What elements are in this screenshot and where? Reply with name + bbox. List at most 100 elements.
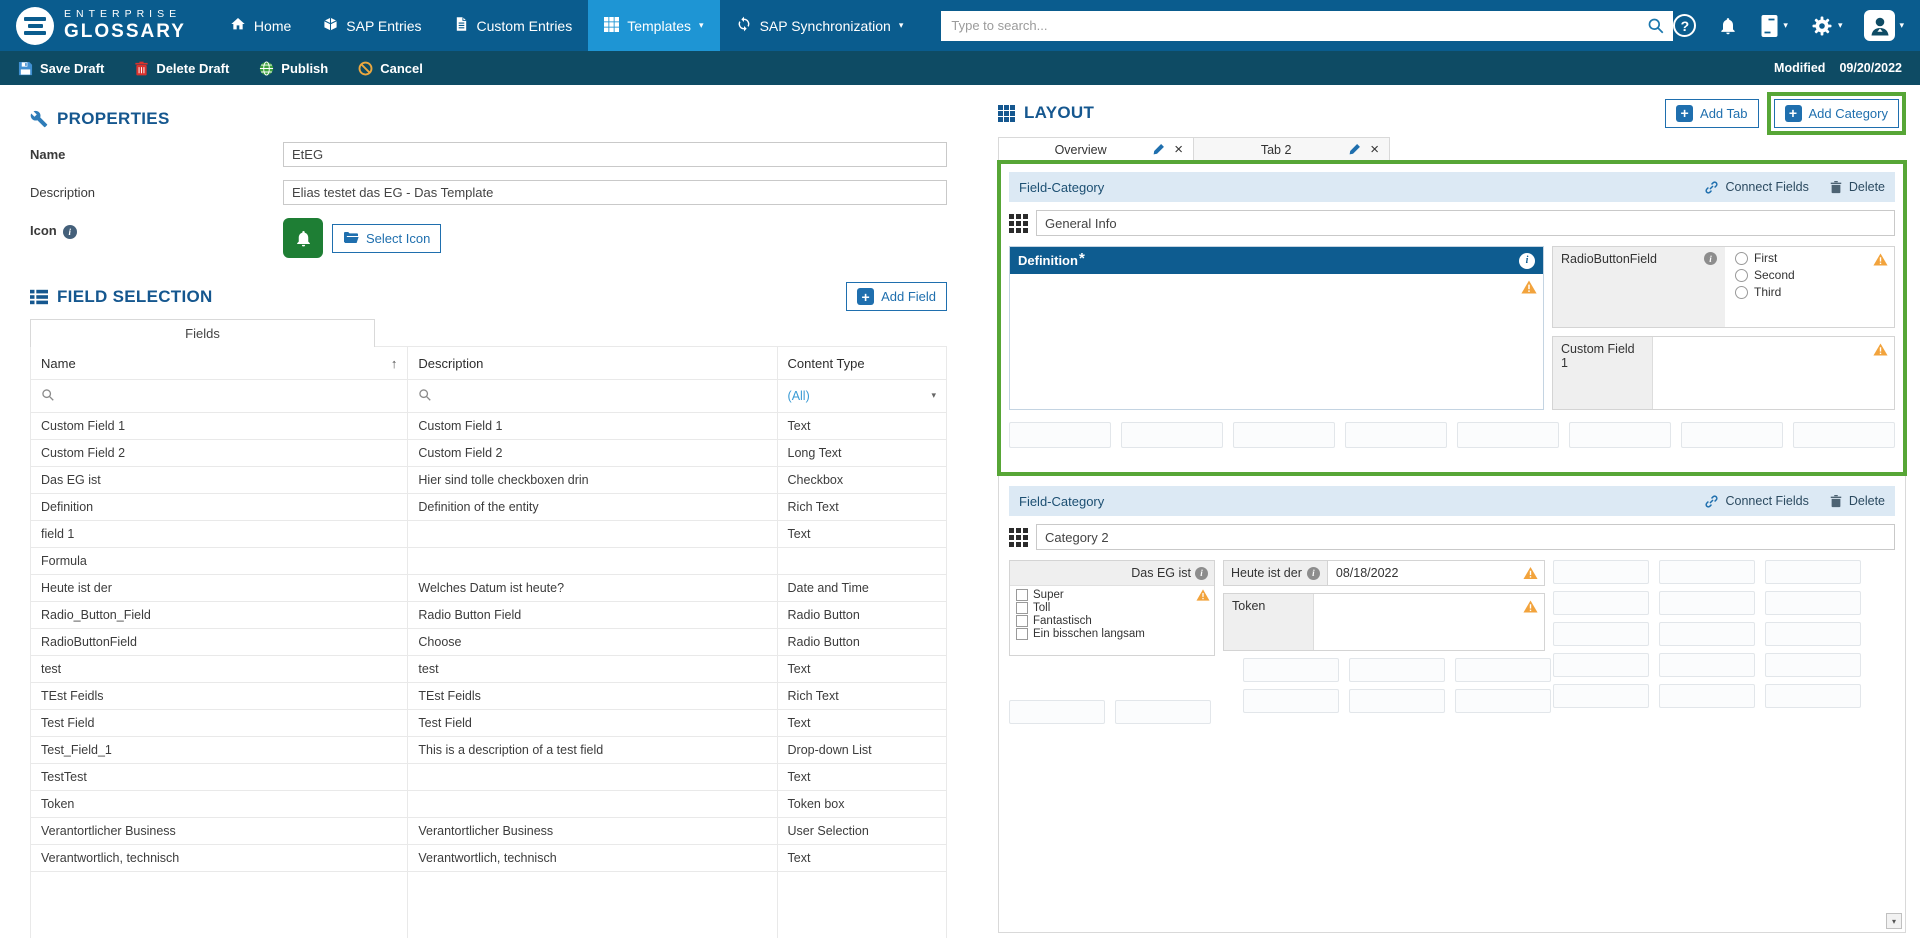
empty-field-slot[interactable] xyxy=(1349,689,1445,713)
empty-field-slot[interactable] xyxy=(1121,422,1223,448)
connect-fields-button[interactable]: Connect Fields xyxy=(1704,180,1808,195)
connect-fields-button[interactable]: Connect Fields xyxy=(1704,494,1808,509)
name-field[interactable] xyxy=(283,142,947,167)
empty-field-slot[interactable] xyxy=(1009,700,1105,724)
nav-item-templates[interactable]: Templates ▾ xyxy=(588,0,719,51)
scroll-down-button[interactable]: ▾ xyxy=(1886,913,1902,929)
checkbox-option[interactable]: Super xyxy=(1016,589,1208,601)
table-row[interactable]: RadioButtonFieldChooseRadio Button xyxy=(31,629,947,656)
close-icon[interactable]: × xyxy=(1370,142,1379,157)
edit-pencil-icon[interactable] xyxy=(1152,143,1165,156)
empty-field-slot[interactable] xyxy=(1659,653,1755,677)
table-row[interactable]: DefinitionDefinition of the entityRich T… xyxy=(31,494,947,521)
radio-circle-icon[interactable] xyxy=(1735,269,1748,282)
save-draft-button[interactable]: Save Draft xyxy=(18,61,104,76)
empty-field-slot[interactable] xyxy=(1765,560,1861,584)
publish-button[interactable]: Publish xyxy=(259,61,328,76)
custom-field-1[interactable]: Custom Field 1 xyxy=(1552,336,1895,410)
definition-field[interactable]: Definition * i xyxy=(1009,246,1544,410)
radio-circle-icon[interactable] xyxy=(1735,286,1748,299)
empty-field-slot[interactable] xyxy=(1115,700,1211,724)
nav-item-home[interactable]: Home xyxy=(214,0,307,51)
nav-item-sap-synchronization[interactable]: SAP Synchronization ▾ xyxy=(720,0,920,51)
release-notes-button[interactable]: ▾ xyxy=(1760,14,1788,38)
empty-field-slot[interactable] xyxy=(1233,422,1335,448)
empty-field-slot[interactable] xyxy=(1009,422,1111,448)
empty-field-slot[interactable] xyxy=(1243,689,1339,713)
add-category-button[interactable]: + Add Category xyxy=(1774,99,1900,128)
empty-field-slot[interactable] xyxy=(1553,622,1649,646)
table-row[interactable]: Radio_Button_FieldRadio Button FieldRadi… xyxy=(31,602,947,629)
table-row[interactable]: Verantwortlich, technischVerantwortlich,… xyxy=(31,845,947,872)
table-row[interactable]: field 1Text xyxy=(31,521,947,548)
table-row[interactable]: Formula xyxy=(31,548,947,575)
filter-name-cell[interactable] xyxy=(31,380,408,413)
notifications-button[interactable] xyxy=(1718,16,1738,36)
edit-pencil-icon[interactable] xyxy=(1348,143,1361,156)
help-button[interactable]: ? xyxy=(1673,14,1696,37)
tab-2[interactable]: Tab 2 × xyxy=(1194,137,1390,162)
checkbox-icon[interactable] xyxy=(1016,602,1028,614)
empty-field-slot[interactable] xyxy=(1659,560,1755,584)
radio-option[interactable]: Third xyxy=(1735,285,1884,299)
empty-field-slot[interactable] xyxy=(1553,591,1649,615)
empty-field-slot[interactable] xyxy=(1793,422,1895,448)
table-row[interactable]: Custom Field 1Custom Field 1Text xyxy=(31,413,947,440)
cancel-button[interactable]: Cancel xyxy=(358,61,423,76)
filter-all-link[interactable]: (All) xyxy=(788,389,810,403)
drag-handle-icon[interactable] xyxy=(1009,214,1028,233)
radio-circle-icon[interactable] xyxy=(1735,252,1748,265)
drag-handle-icon[interactable] xyxy=(1009,528,1028,547)
user-menu-button[interactable]: ▾ xyxy=(1864,10,1904,41)
filter-content-type-cell[interactable]: (All) ▾ xyxy=(777,380,946,413)
empty-field-slot[interactable] xyxy=(1659,622,1755,646)
token-field[interactable]: Token xyxy=(1223,593,1545,651)
delete-category-button[interactable]: Delete xyxy=(1829,180,1885,194)
radio-option[interactable]: Second xyxy=(1735,268,1884,282)
empty-field-slot[interactable] xyxy=(1457,422,1559,448)
checkbox-icon[interactable] xyxy=(1016,628,1028,640)
empty-field-slot[interactable] xyxy=(1553,560,1649,584)
empty-field-slot[interactable] xyxy=(1681,422,1783,448)
add-tab-button[interactable]: + Add Tab xyxy=(1665,99,1758,128)
empty-field-slot[interactable] xyxy=(1569,422,1671,448)
select-icon-button[interactable]: Select Icon xyxy=(332,224,441,253)
sort-ascending-icon[interactable]: ↑ xyxy=(391,356,398,371)
close-icon[interactable]: × xyxy=(1174,142,1183,157)
description-field[interactable] xyxy=(283,180,947,205)
column-header-description[interactable]: Description xyxy=(408,347,777,380)
table-row[interactable]: Heute ist derWelches Datum ist heute?Dat… xyxy=(31,575,947,602)
checkbox-icon[interactable] xyxy=(1016,615,1028,627)
empty-field-slot[interactable] xyxy=(1455,658,1551,682)
date-field[interactable]: Heute ist der i 08/18/2022 xyxy=(1223,560,1545,586)
delete-category-button[interactable]: Delete xyxy=(1829,494,1885,508)
empty-field-slot[interactable] xyxy=(1455,689,1551,713)
checkbox-option[interactable]: Fantastisch xyxy=(1016,615,1208,627)
empty-field-slot[interactable] xyxy=(1345,422,1447,448)
empty-field-slot[interactable] xyxy=(1659,591,1755,615)
table-row[interactable]: Custom Field 2Custom Field 2Long Text xyxy=(31,440,947,467)
table-row[interactable]: TestTestText xyxy=(31,764,947,791)
delete-draft-button[interactable]: Delete Draft xyxy=(134,61,229,76)
radio-button-field[interactable]: RadioButtonField i FirstSecondThird xyxy=(1552,246,1895,328)
empty-field-slot[interactable] xyxy=(1659,684,1755,708)
nav-item-sap-entries[interactable]: SAP Entries xyxy=(307,0,437,51)
search-icon[interactable] xyxy=(1647,17,1665,35)
empty-field-slot[interactable] xyxy=(1553,684,1649,708)
chevron-down-icon[interactable]: ▾ xyxy=(931,391,936,401)
empty-field-slot[interactable] xyxy=(1765,591,1861,615)
checkbox-field[interactable]: Das EG ist i SuperTollFantastischEin bis… xyxy=(1009,560,1215,656)
empty-field-slot[interactable] xyxy=(1243,658,1339,682)
add-field-button[interactable]: + Add Field xyxy=(846,282,947,311)
checkbox-icon[interactable] xyxy=(1016,589,1028,601)
filter-description-cell[interactable] xyxy=(408,380,777,413)
empty-field-slot[interactable] xyxy=(1765,653,1861,677)
table-row[interactable]: TEst FeidlsTEst FeidlsRich Text xyxy=(31,683,947,710)
empty-field-slot[interactable] xyxy=(1765,622,1861,646)
tab-fields[interactable]: Fields xyxy=(30,319,375,347)
empty-field-slot[interactable] xyxy=(1349,658,1445,682)
table-row[interactable]: testtestText xyxy=(31,656,947,683)
table-row[interactable]: Test_Field_1This is a description of a t… xyxy=(31,737,947,764)
table-row[interactable]: TokenToken box xyxy=(31,791,947,818)
radio-option[interactable]: First xyxy=(1735,251,1884,265)
